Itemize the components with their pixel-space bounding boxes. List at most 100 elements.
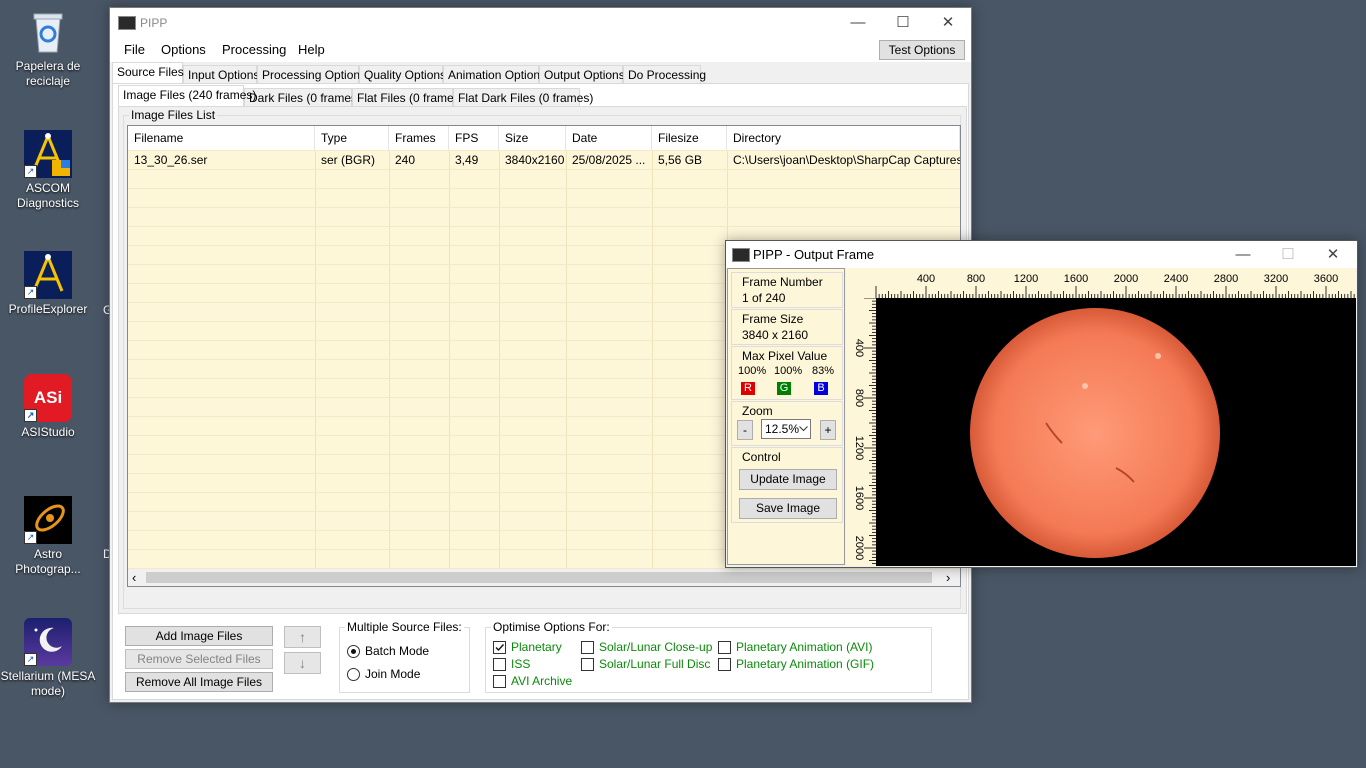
horizontal-ruler: 400 800 1200 1600 2000 2400 2800 3200 3600 [846, 268, 1356, 298]
output-close-button[interactable]: ✕ [1310, 241, 1356, 268]
update-image-button[interactable]: Update Image [739, 469, 837, 490]
test-options-button[interactable]: Test Options [879, 40, 965, 60]
tab-output-options[interactable]: Output Options [539, 65, 625, 83]
zoom-out-button[interactable]: - [737, 420, 753, 440]
table-row[interactable]: 13_30_26.ser ser (BGR) 240 3,49 3840x216… [128, 151, 960, 169]
desktop-icon-profile-explorer[interactable]: ↗ ProfileExplorer [0, 251, 96, 317]
solar-lunar-full-disc-checkbox[interactable] [581, 658, 594, 671]
column-frames[interactable]: Frames [389, 126, 449, 150]
shortcut-arrow-icon: ↗ [24, 653, 37, 666]
avi-archive-label[interactable]: AVI Archive [511, 674, 572, 688]
column-date[interactable]: Date [566, 126, 652, 150]
add-image-files-button[interactable]: Add Image Files [125, 626, 273, 646]
ruler-x-label: 800 [967, 273, 985, 285]
scroll-right-icon[interactable]: › [946, 569, 950, 586]
sun-image [970, 308, 1220, 558]
menu-help[interactable]: Help [298, 42, 325, 57]
subtab-flat-files[interactable]: Flat Files (0 frames) [352, 88, 464, 106]
desktop-icon-recycle-bin[interactable]: Papelera de reciclaje [0, 8, 96, 89]
ascom-icon: ↗ [24, 251, 72, 299]
tab-input-options[interactable]: Input Options [183, 65, 259, 83]
tab-animation-options[interactable]: Animation Options [443, 65, 546, 83]
cell-frames: 240 [395, 153, 416, 167]
ruler-y-label: 800 [853, 389, 865, 407]
solar-lunar-closeup-checkbox[interactable] [581, 641, 594, 654]
move-up-button[interactable]: ↑ [284, 626, 321, 648]
join-mode-radio[interactable] [347, 668, 360, 681]
join-mode-label[interactable]: Join Mode [365, 667, 420, 681]
batch-mode-radio[interactable] [347, 645, 360, 658]
ruler-y-label: 1200 [853, 436, 865, 460]
solar-lunar-closeup-label[interactable]: Solar/Lunar Close-up [599, 640, 712, 654]
tab-source-files[interactable]: Source Files [112, 62, 184, 83]
zoom-value: 12.5% [765, 422, 800, 436]
output-maximize-button[interactable]: ☐ [1265, 241, 1311, 268]
column-type[interactable]: Type [315, 126, 389, 150]
astro-icon: ↗ [24, 496, 72, 544]
vertical-ruler: 400 800 1200 1600 2000 [846, 297, 876, 566]
tab-processing-options[interactable]: Processing Options [257, 65, 366, 83]
tab-quality-options[interactable]: Quality Options [359, 65, 446, 83]
control-label: Control [742, 450, 781, 464]
move-down-button[interactable]: ↓ [284, 652, 321, 674]
horizontal-scrollbar[interactable]: ‹ › [128, 569, 960, 586]
tab-do-processing[interactable]: Do Processing [623, 65, 706, 83]
channel-b-badge: B [814, 382, 828, 395]
zoom-label: Zoom [742, 404, 773, 418]
output-minimize-button[interactable]: — [1220, 241, 1266, 268]
frame-number-value: 1 of 240 [742, 291, 786, 305]
column-fps[interactable]: FPS [449, 126, 499, 150]
shortcut-arrow-icon: ↗ [24, 286, 37, 299]
desktop-icon-astro-photography[interactable]: ↗ Astro Photograp... [0, 496, 96, 577]
batch-mode-label[interactable]: Batch Mode [365, 644, 429, 658]
planetary-label[interactable]: Planetary [511, 640, 562, 654]
ruler-x-label: 3600 [1314, 273, 1338, 285]
planetary-animation-gif-label[interactable]: Planetary Animation (GIF) [736, 657, 874, 671]
column-size[interactable]: Size [499, 126, 566, 150]
column-directory[interactable]: Directory [727, 126, 960, 150]
iss-label[interactable]: ISS [511, 657, 530, 671]
subtab-dark-files[interactable]: Dark Files (0 frames) [244, 88, 361, 106]
planetary-animation-avi-label[interactable]: Planetary Animation (AVI) [736, 640, 873, 654]
output-image-canvas[interactable] [876, 298, 1356, 566]
list-header: Filename Type Frames FPS Size Date Files… [128, 126, 960, 150]
desktop-icon-asistudio[interactable]: ASi ↗ ASIStudio [0, 374, 96, 440]
output-title-bar[interactable]: PIPP - Output Frame — ☐ ✕ [726, 241, 1357, 268]
subtab-flat-dark-files[interactable]: Flat Dark Files (0 frames) [453, 88, 593, 106]
menu-file[interactable]: File [124, 42, 145, 57]
planetary-animation-avi-checkbox[interactable] [718, 641, 731, 654]
title-bar[interactable]: PIPP — ☐ ✕ [110, 8, 971, 38]
subtab-image-files[interactable]: Image Files (240 frames) [118, 85, 256, 106]
avi-archive-checkbox[interactable] [493, 675, 506, 688]
planetary-checkbox[interactable] [493, 641, 506, 654]
window-title: PIPP [140, 16, 168, 30]
app-icon [732, 248, 750, 262]
save-image-button[interactable]: Save Image [739, 498, 837, 519]
cell-fps: 3,49 [455, 153, 479, 167]
cell-filesize: 5,56 GB [658, 153, 703, 167]
channel-r-badge: R [741, 382, 755, 395]
zoom-select[interactable]: 12.5% [761, 419, 811, 439]
group-label: Multiple Source Files: [345, 620, 464, 634]
menu-processing[interactable]: Processing [222, 42, 286, 57]
maximize-button[interactable]: ☐ [880, 8, 926, 38]
remove-selected-files-button[interactable]: Remove Selected Files [125, 649, 273, 669]
max-pixel-box: Max Pixel Value 100% 100% 83% R G B [731, 346, 843, 400]
scroll-left-icon[interactable]: ‹ [132, 569, 136, 586]
column-filesize[interactable]: Filesize [652, 126, 727, 150]
remove-all-image-files-button[interactable]: Remove All Image Files [125, 672, 273, 692]
ruler-x-label: 1600 [1064, 273, 1088, 285]
channel-g-badge: G [777, 382, 791, 395]
zoom-in-button[interactable]: + [820, 420, 836, 440]
cell-size: 3840x2160 [505, 153, 565, 167]
solar-lunar-full-disc-label[interactable]: Solar/Lunar Full Disc [599, 657, 710, 671]
minimize-button[interactable]: — [835, 8, 881, 38]
planetary-animation-gif-checkbox[interactable] [718, 658, 731, 671]
iss-checkbox[interactable] [493, 658, 506, 671]
close-button[interactable]: ✕ [925, 8, 971, 38]
scroll-thumb[interactable] [146, 572, 932, 583]
menu-options[interactable]: Options [161, 42, 206, 57]
desktop-icon-ascom-diagnostics[interactable]: ↗ ASCOM Diagnostics [0, 130, 96, 211]
column-filename[interactable]: Filename [128, 126, 315, 150]
desktop-icon-stellarium[interactable]: ↗ Stellarium (MESA mode) [0, 618, 96, 699]
